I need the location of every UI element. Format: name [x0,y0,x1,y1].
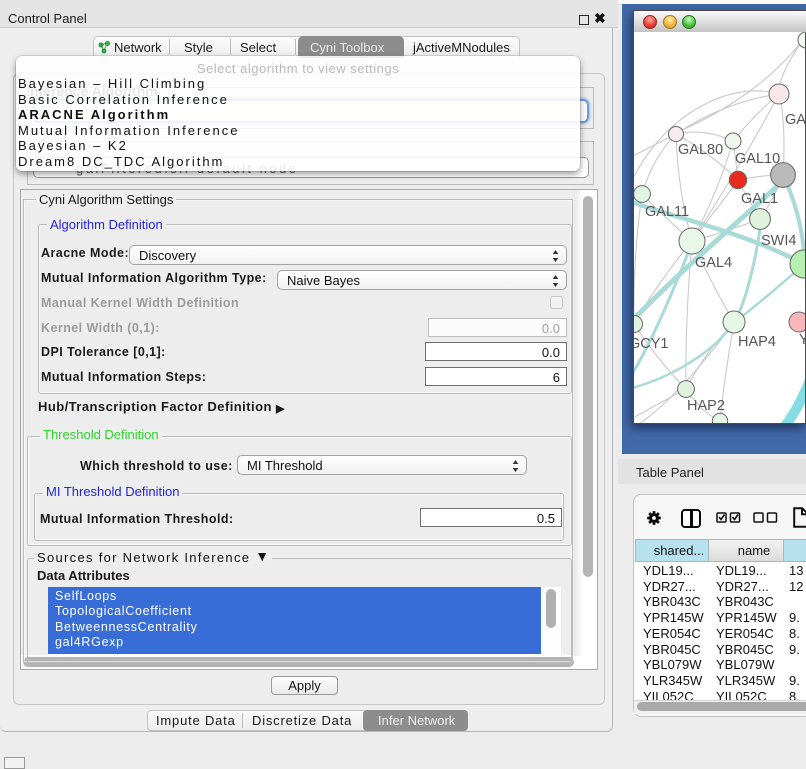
svg-text:GAL1: GAL1 [741,191,778,207]
svg-text:YJR: YJR [799,332,805,348]
svg-text:GAL80: GAL80 [678,142,723,158]
svg-text:GCY1: GCY1 [634,336,669,352]
svg-text:GAL11: GAL11 [645,204,689,220]
svg-text:GAL2: GAL2 [785,112,805,128]
svg-text:SWI4: SWI4 [761,233,796,249]
svg-text:HAP4: HAP4 [738,334,776,350]
svg-text:HAP2: HAP2 [687,398,725,414]
svg-text:GAL10: GAL10 [735,151,780,167]
svg-text:GAL4: GAL4 [695,255,732,271]
